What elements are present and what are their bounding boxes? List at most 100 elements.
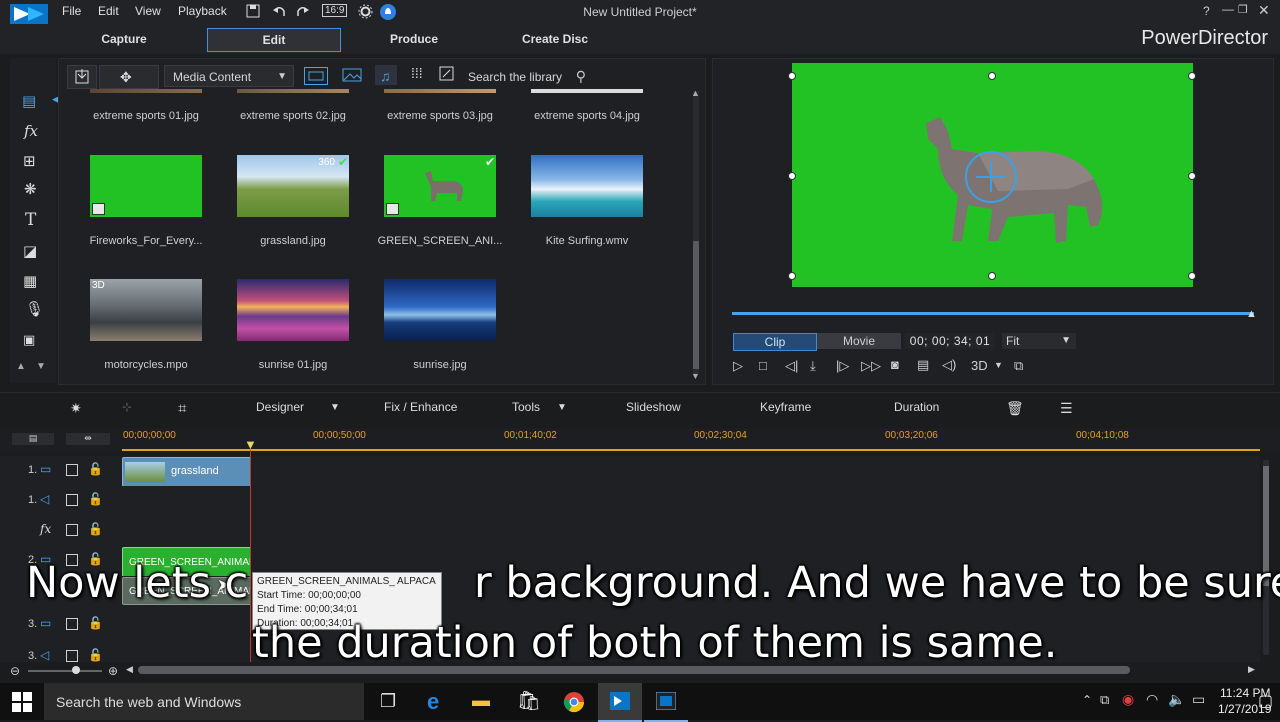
lock-icon[interactable]: 🔓 [88,492,103,506]
scroll-up-icon[interactable]: ▲ [16,361,26,372]
move-crosshair-icon[interactable] [964,150,1018,204]
particle-icon[interactable]: ❋ [24,180,37,198]
thumbnail-motorcycles[interactable]: 3D [90,279,202,341]
action-center-icon[interactable]: ▢ [1258,691,1273,711]
scroll-right-icon[interactable]: ▶ [1248,664,1255,675]
thumbnail-kite-surfing[interactable] [531,155,643,217]
thumbnail-grassland[interactable]: 360 ✔ [237,155,349,217]
library-scroll-thumb[interactable] [693,241,699,369]
thumbnail-extreme-sports-02[interactable] [237,89,349,93]
tools-menu[interactable]: Tools [512,400,540,414]
resize-handle[interactable] [1188,172,1196,180]
wifi-icon[interactable]: ◠ [1146,691,1158,708]
timecode-display[interactable]: 00; 00; 34; 01 [905,333,995,349]
track-enable-checkbox[interactable] [66,464,78,476]
minimize-icon[interactable]: — [1222,2,1234,16]
filter-audio-icon[interactable]: ♫ [375,65,397,85]
tab-create-disc[interactable]: Create Disc [495,28,615,50]
taskbar-powerdirector-active[interactable] [598,683,642,722]
title-room-icon[interactable]: T [25,210,36,230]
lock-icon[interactable]: 🔓 [88,462,103,476]
grid-view-icon[interactable]: ⁞⁞⁞ [411,65,423,81]
edge-browser-icon[interactable]: e [427,689,439,715]
resize-handle[interactable] [788,272,796,280]
movie-mode-button[interactable]: Movie [817,333,901,349]
import-media-button[interactable] [67,65,97,89]
next-frame-icon[interactable]: |▷ [836,358,849,374]
scroll-down-icon[interactable]: ▼ [36,361,46,372]
restore-icon[interactable]: ❐ [1238,3,1248,16]
fit-timeline-icon[interactable]: ⇹ [66,433,110,445]
help-icon[interactable]: ? [1203,4,1210,18]
track-enable-checkbox[interactable] [66,494,78,506]
library-search-input[interactable]: Search the library ⚲ [463,65,591,87]
security-alert-icon[interactable]: ◉ [1122,691,1134,708]
fx-room-icon[interactable]: fx [24,122,38,140]
track-enable-checkbox[interactable] [66,524,78,536]
file-explorer-icon[interactable]: ▬ [472,690,490,711]
thumbnail-sunrise-01[interactable] [237,279,349,341]
thumbnail-fireworks[interactable] [90,155,202,217]
designer-menu[interactable]: Designer [256,400,304,414]
timeline-clip-grassland[interactable]: grassland [122,457,251,487]
resize-thumbnail-icon[interactable] [439,66,455,82]
thumbnail-extreme-sports-04[interactable] [531,89,643,93]
thumbnail-extreme-sports-01[interactable] [90,89,202,93]
media-content-dropdown[interactable]: Media Content ▼ [164,65,294,87]
resize-handle[interactable] [1188,72,1196,80]
resize-handle[interactable] [788,172,796,180]
keyframe-button[interactable]: Keyframe [760,400,811,414]
preview-scrubber[interactable] [732,312,1254,315]
task-view-icon[interactable]: ❐ [380,691,396,712]
lock-icon[interactable]: 🔓 [88,616,103,630]
store-icon[interactable]: 🛍 [517,689,541,713]
zoom-slider-thumb[interactable] [72,666,80,674]
duration-button[interactable]: Duration [894,400,939,414]
trash-icon[interactable]: 🗑 [1006,400,1024,417]
tab-edit[interactable]: Edit [207,28,341,52]
zoom-slider[interactable] [28,670,102,672]
scroll-left-icon[interactable]: ◀ [126,664,133,675]
windows-start-icon[interactable] [12,692,32,712]
speaker-icon[interactable]: 🔈 [1168,691,1185,708]
subtitles-icon[interactable]: ▤ [917,357,929,373]
thumbnail-green-screen[interactable]: ✔ [384,155,496,217]
timeline-ruler[interactable]: ▤ ⇹ 00;00;00;00 00;00;50;00 00;01;40;02 … [0,428,1280,452]
pip-objects-icon[interactable]: ⊞ [23,152,36,170]
filter-video-icon[interactable] [304,67,328,85]
chapter-room-icon[interactable]: ▣ [23,332,35,348]
taskbar-search-box[interactable]: Search the web and Windows [44,683,364,720]
mark-icon[interactable]: ⤓ [810,358,816,374]
chevron-down-icon[interactable]: ▼ [330,402,340,413]
lock-icon[interactable]: 🔓 [88,648,103,662]
thumbnail-sunrise[interactable] [384,279,496,341]
resize-handle[interactable] [988,272,996,280]
fix-enhance-button[interactable]: Fix / Enhance [384,400,457,414]
tab-produce[interactable]: Produce [354,28,474,50]
zoom-out-icon[interactable]: ⊖ [10,664,20,678]
keyboard-icon[interactable]: ▭ [1192,691,1205,708]
network-device-icon[interactable]: ⧉ [1100,692,1109,708]
preview-canvas[interactable] [792,63,1193,287]
magic-tools-icon[interactable]: ✷ [70,400,82,417]
snapshot-icon[interactable]: ◙ [891,357,899,372]
crop-icon[interactable]: ⌗ [178,400,186,417]
taskbar-powerdirector-window[interactable] [644,683,688,722]
track-enable-checkbox[interactable] [66,650,78,662]
3d-mode-button[interactable]: 3D [971,358,988,373]
track-manager-icon[interactable]: ▤ [12,433,54,445]
lock-icon[interactable]: 🔓 [88,522,103,536]
resize-handle[interactable] [988,72,996,80]
library-scrollbar[interactable] [693,91,699,373]
filter-image-icon[interactable] [341,67,363,83]
resize-handle[interactable] [788,72,796,80]
slideshow-button[interactable]: Slideshow [626,400,681,414]
plugins-button[interactable]: ✥ [99,65,159,89]
fit-dropdown[interactable]: Fit ▼ [1002,333,1076,349]
resize-handle[interactable] [1188,272,1196,280]
zoom-in-icon[interactable]: ⊕ [108,664,118,678]
undock-icon[interactable]: ⧉ [1014,358,1023,374]
audio-mixing-icon[interactable]: ▦ [23,272,37,290]
previous-frame-icon[interactable]: ◁| [785,358,798,374]
stop-icon[interactable]: □ [759,358,767,373]
